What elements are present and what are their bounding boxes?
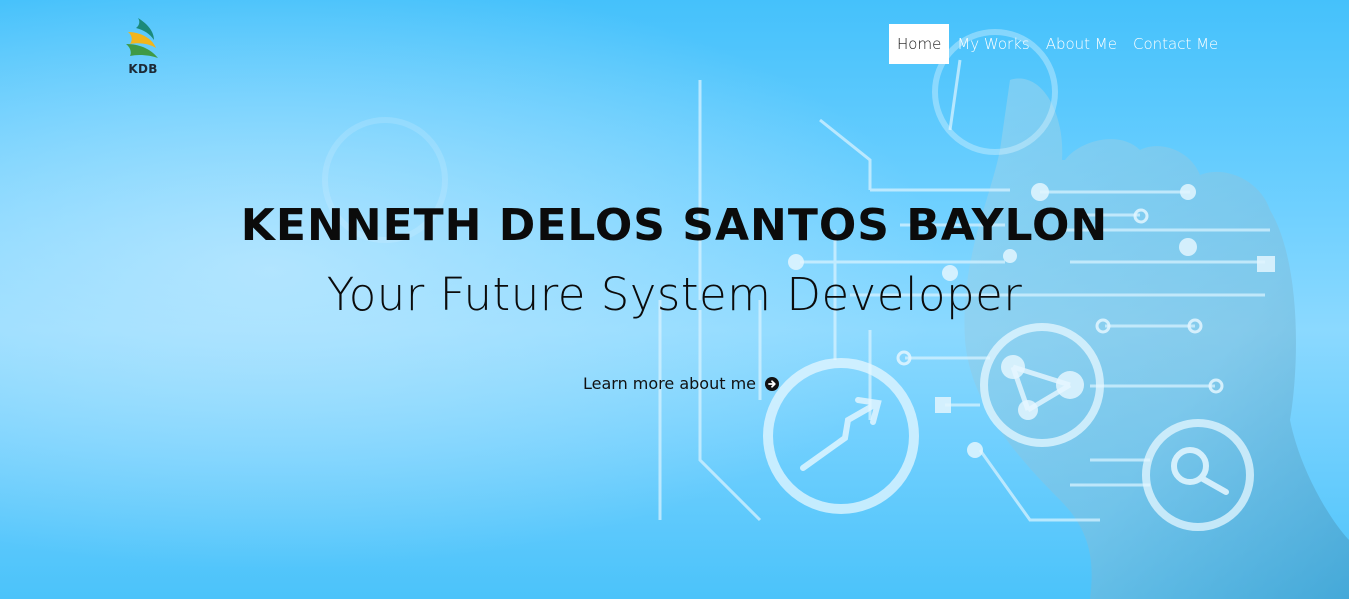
nav-item-my-works[interactable]: My Works <box>949 24 1037 64</box>
main-nav: Home My Works About Me Contact Me <box>889 24 1226 64</box>
leaf-logo-icon <box>126 18 158 58</box>
hero-title: KENNETH DELOS SANTOS BAYLON <box>0 200 1349 251</box>
site-logo[interactable]: KDB <box>124 16 164 80</box>
hero-subtitle: Your Future System Developer <box>326 268 1023 321</box>
hero-title-text: KENNETH DELOS SANTOS BAYLON <box>240 200 1109 251</box>
logo-text: KDB <box>128 62 158 76</box>
nav-item-about-me[interactable]: About Me <box>1038 24 1125 64</box>
hero-section: KDB Home My Works About Me Contact Me KE… <box>0 0 1349 599</box>
nav-item-contact-me[interactable]: Contact Me <box>1125 24 1226 64</box>
learn-more-link[interactable]: Learn more about me <box>583 374 780 393</box>
learn-more-label: Learn more about me <box>583 374 757 393</box>
nav-item-home[interactable]: Home <box>889 24 950 64</box>
arrow-circle-right-icon <box>765 376 780 391</box>
